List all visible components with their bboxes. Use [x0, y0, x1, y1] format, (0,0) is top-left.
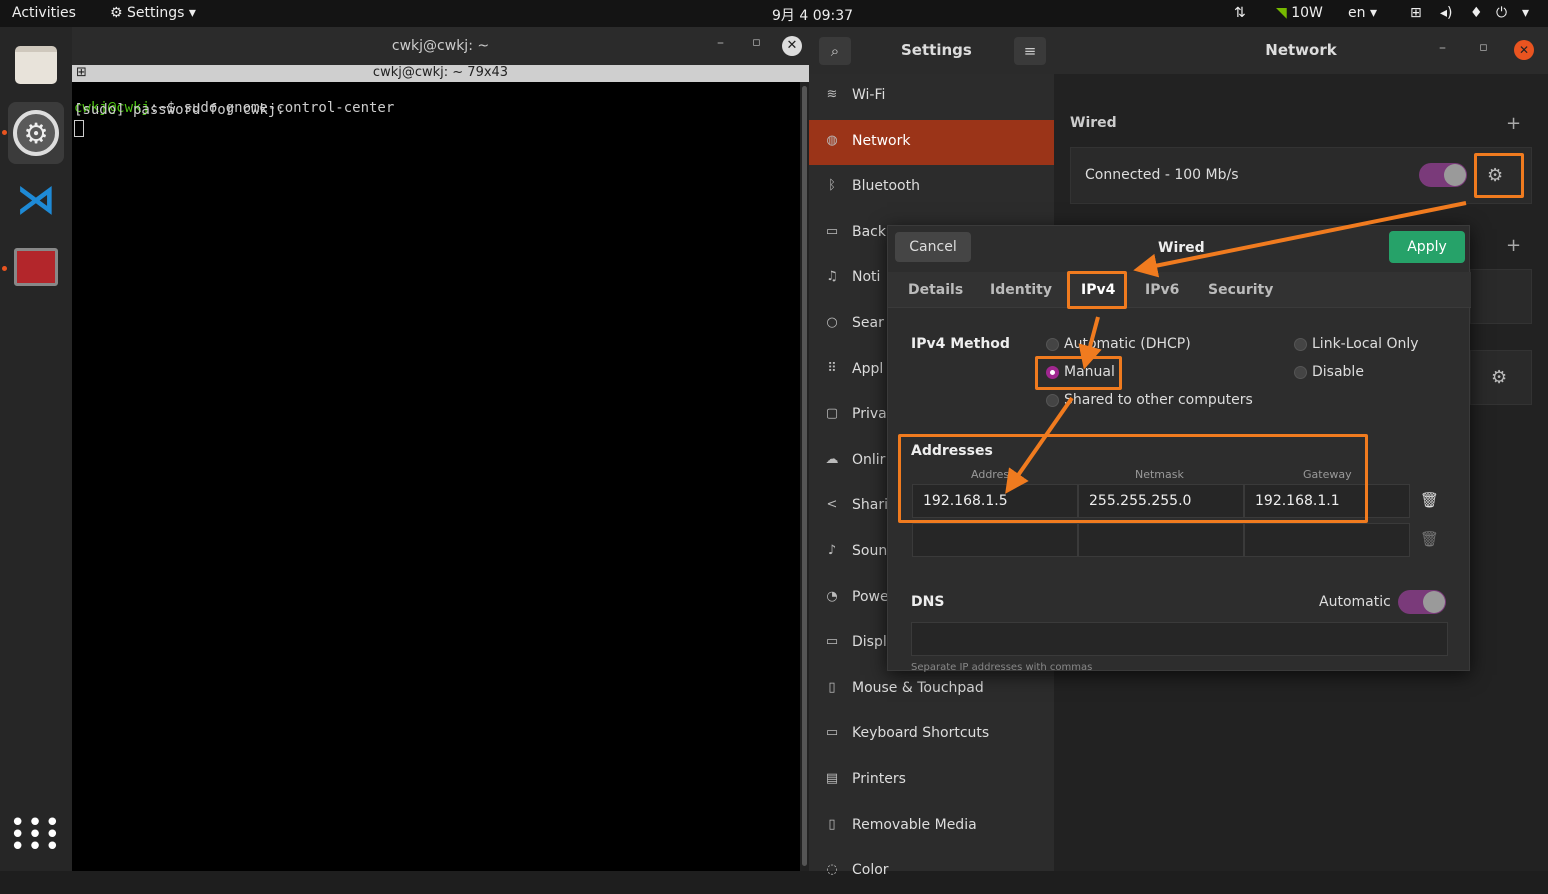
- annotation-arrows: [1005, 201, 1467, 494]
- arrow-to-addresses: [1005, 396, 1074, 494]
- arrow-to-manual: [1078, 316, 1102, 370]
- arrow-to-ipv4: [1133, 201, 1467, 278]
